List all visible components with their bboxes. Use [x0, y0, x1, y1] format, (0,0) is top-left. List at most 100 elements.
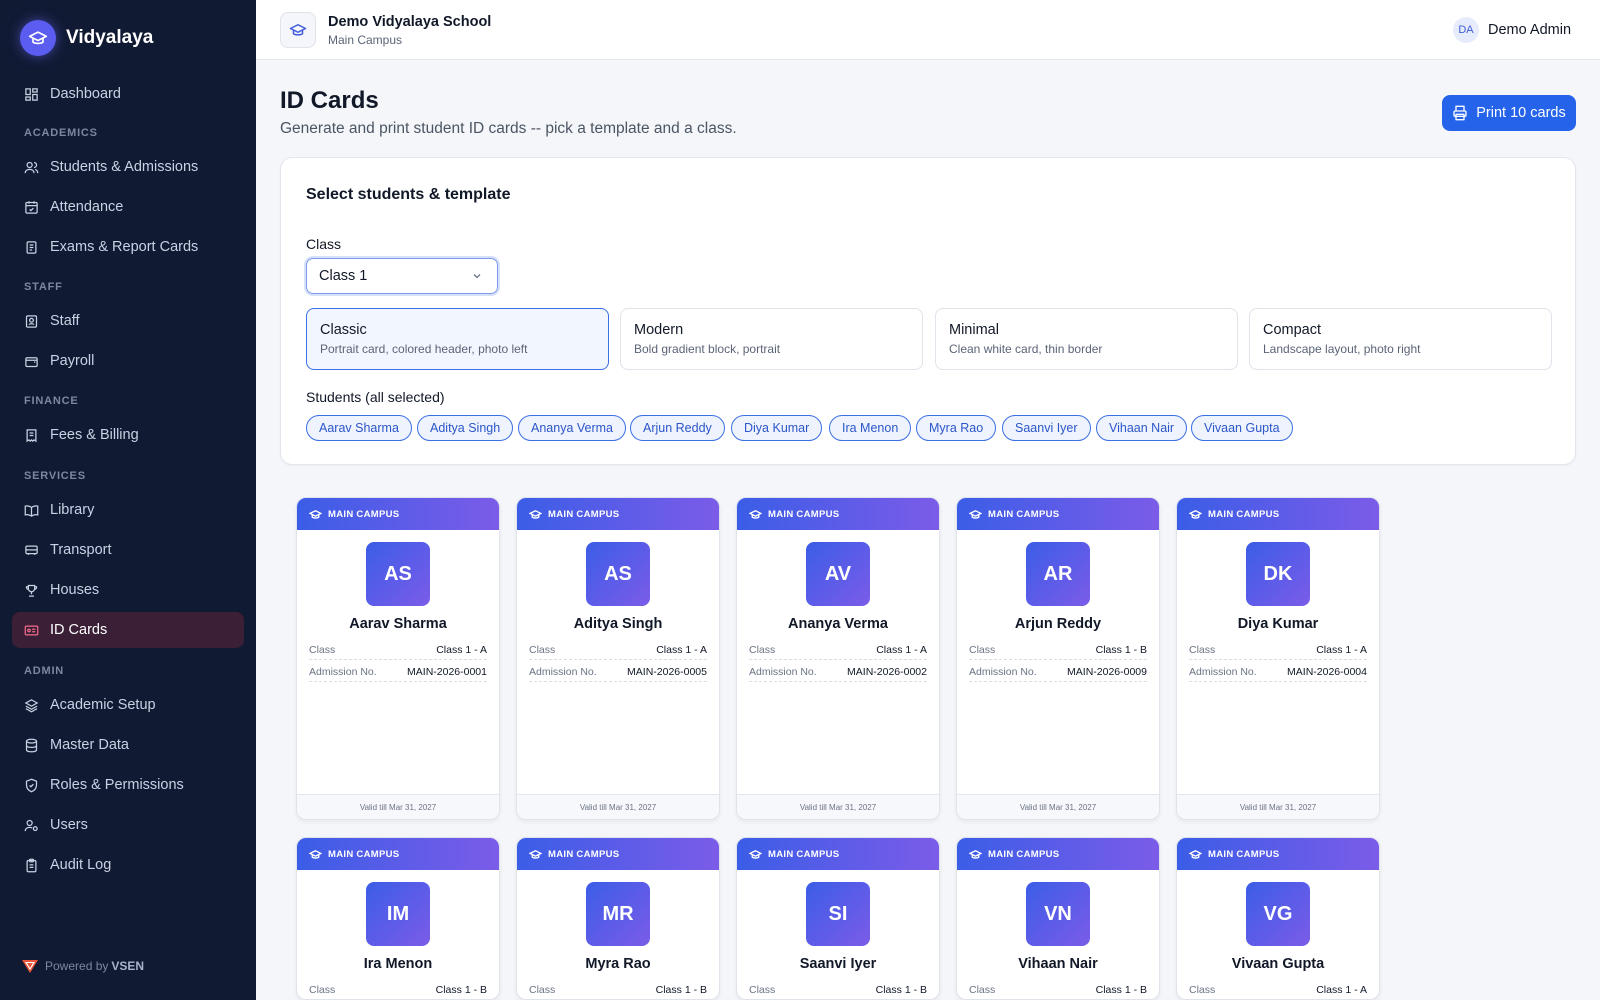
admission-key: Admission No.: [529, 665, 597, 678]
selection-panel: Select students & template Class Class 1…: [280, 157, 1576, 465]
users-icon: [24, 160, 39, 175]
class-label: Class: [306, 236, 342, 252]
graduation-cap-icon: [1189, 849, 1202, 859]
card-header: MAIN CAMPUS: [957, 838, 1159, 870]
sidebar-item-label: Academic Setup: [50, 697, 156, 713]
admission-value: MAIN-2026-0001: [407, 665, 487, 678]
student-chip[interactable]: Aditya Singh: [417, 415, 514, 441]
graduation-cap-icon: [309, 509, 322, 519]
graduation-cap-icon: [749, 509, 762, 519]
student-photo: AR: [1026, 542, 1090, 606]
sidebar-item-staff[interactable]: Staff: [12, 303, 244, 339]
class-value: Class 1 - A: [656, 643, 707, 656]
sidebar-item-label: Houses: [50, 582, 100, 598]
template-name: Minimal: [949, 322, 999, 338]
template-desc: Bold gradient block, portrait: [634, 342, 781, 356]
card-row-class: Class Class 1 - A: [529, 640, 707, 660]
sidebar-item-attendance[interactable]: Attendance: [12, 189, 244, 225]
card-validity: Valid till Mar 31, 2027: [737, 794, 939, 819]
sidebar-item-label: Payroll: [50, 353, 95, 369]
student-photo: VN: [1026, 882, 1090, 946]
template-modern[interactable]: Modern Bold gradient block, portrait: [620, 308, 923, 370]
template-desc: Landscape layout, photo right: [1263, 342, 1421, 356]
student-chip[interactable]: Ananya Verma: [518, 415, 626, 441]
graduation-cap-icon: [529, 849, 542, 859]
sidebar-item-dashboard[interactable]: Dashboard: [12, 76, 244, 112]
dashboard-icon: [24, 87, 39, 102]
student-name: Saanvi Iyer: [799, 956, 877, 972]
sidebar-item-roles[interactable]: Roles & Permissions: [12, 767, 244, 803]
class-key: Class: [529, 983, 556, 996]
card-campus: MAIN CAMPUS: [768, 848, 840, 860]
brand-name: Vidyalaya: [66, 27, 154, 48]
student-chip[interactable]: Saanvi Iyer: [1002, 415, 1091, 441]
id-card: MAIN CAMPUS MR Myra Rao Class Class 1 - B: [516, 837, 720, 1000]
class-select[interactable]: Class 1: [306, 258, 498, 294]
sidebar-item-master-data[interactable]: Master Data: [12, 727, 244, 763]
sidebar-item-academic-setup[interactable]: Academic Setup: [12, 687, 244, 723]
wallet-icon: [24, 354, 39, 369]
sidebar-item-label: Master Data: [50, 737, 129, 753]
card-header: MAIN CAMPUS: [957, 498, 1159, 530]
avatar[interactable]: DA: [1453, 17, 1479, 43]
admission-key: Admission No.: [969, 665, 1037, 678]
card-row-class: Class Class 1 - A: [309, 640, 487, 660]
student-name: Vihaan Nair: [1018, 956, 1098, 972]
template-name: Modern: [634, 322, 684, 338]
sidebar-item-id-cards[interactable]: ID Cards: [12, 612, 244, 648]
sidebar-item-students[interactable]: Students & Admissions: [12, 149, 244, 185]
card-header: MAIN CAMPUS: [297, 838, 499, 870]
admission-value: MAIN-2026-0009: [1067, 665, 1147, 678]
sidebar-item-payroll[interactable]: Payroll: [12, 343, 244, 379]
user-key-icon: [24, 818, 39, 833]
vsen-logo-icon: [22, 959, 38, 973]
graduation-cap-icon: [969, 509, 982, 519]
brand[interactable]: Vidyalaya: [0, 0, 256, 76]
user-name[interactable]: Demo Admin: [1488, 22, 1571, 38]
card-row-admission: Admission No. MAIN-2026-0001: [309, 662, 487, 682]
id-badge-icon: [24, 314, 39, 329]
class-value: Class 1 - B: [875, 983, 927, 996]
student-chip[interactable]: Vihaan Nair: [1096, 415, 1188, 441]
sidebar-item-exams[interactable]: Exams & Report Cards: [12, 229, 244, 265]
student-chip[interactable]: Diya Kumar: [731, 415, 823, 441]
card-row-class: Class Class 1 - B: [309, 980, 487, 999]
sidebar-item-users[interactable]: Users: [12, 807, 244, 843]
student-chip[interactable]: Vivaan Gupta: [1191, 415, 1293, 441]
student-chip[interactable]: Myra Rao: [916, 415, 997, 441]
template-compact[interactable]: Compact Landscape layout, photo right: [1249, 308, 1552, 370]
student-chip[interactable]: Ira Menon: [829, 415, 912, 441]
graduation-cap-icon: [20, 20, 56, 56]
sidebar-item-fees[interactable]: Fees & Billing: [12, 417, 244, 453]
card-row-class: Class Class 1 - A: [1189, 640, 1367, 660]
student-name: Myra Rao: [585, 956, 651, 972]
sidebar-item-label: Transport: [50, 542, 112, 558]
id-card: MAIN CAMPUS VN Vihaan Nair Class Class 1 …: [956, 837, 1160, 1000]
report-icon: [24, 240, 39, 255]
shield-icon: [24, 778, 39, 793]
student-name: Diya Kumar: [1237, 616, 1319, 632]
sidebar-item-library[interactable]: Library: [12, 492, 244, 528]
sidebar-item-audit-log[interactable]: Audit Log: [12, 847, 244, 883]
student-chip[interactable]: Arjun Reddy: [630, 415, 725, 441]
class-select-value: Class 1: [319, 268, 368, 284]
sidebar-item-label: Dashboard: [50, 86, 121, 102]
section-staff: STAFF: [24, 281, 63, 293]
student-name: Ira Menon: [363, 956, 433, 972]
student-photo: VG: [1246, 882, 1310, 946]
sidebar-item-transport[interactable]: Transport: [12, 532, 244, 568]
sidebar-item-houses[interactable]: Houses: [12, 572, 244, 608]
sidebar-item-label: Exams & Report Cards: [50, 239, 199, 255]
student-photo: MR: [586, 882, 650, 946]
card-campus: MAIN CAMPUS: [548, 848, 620, 860]
card-row-class: Class Class 1 - A: [749, 640, 927, 660]
template-minimal[interactable]: Minimal Clean white card, thin border: [935, 308, 1238, 370]
class-value: Class 1 - A: [1316, 983, 1367, 996]
student-chip[interactable]: Aarav Sharma: [306, 415, 412, 441]
card-row-admission: Admission No. MAIN-2026-0004: [1189, 662, 1367, 682]
print-cards-button[interactable]: Print 10 cards: [1442, 95, 1576, 131]
school-campus: Main Campus: [328, 33, 403, 47]
card-campus: MAIN CAMPUS: [1208, 508, 1280, 520]
student-name: Ananya Verma: [788, 616, 888, 632]
template-classic[interactable]: Classic Portrait card, colored header, p…: [306, 308, 609, 370]
